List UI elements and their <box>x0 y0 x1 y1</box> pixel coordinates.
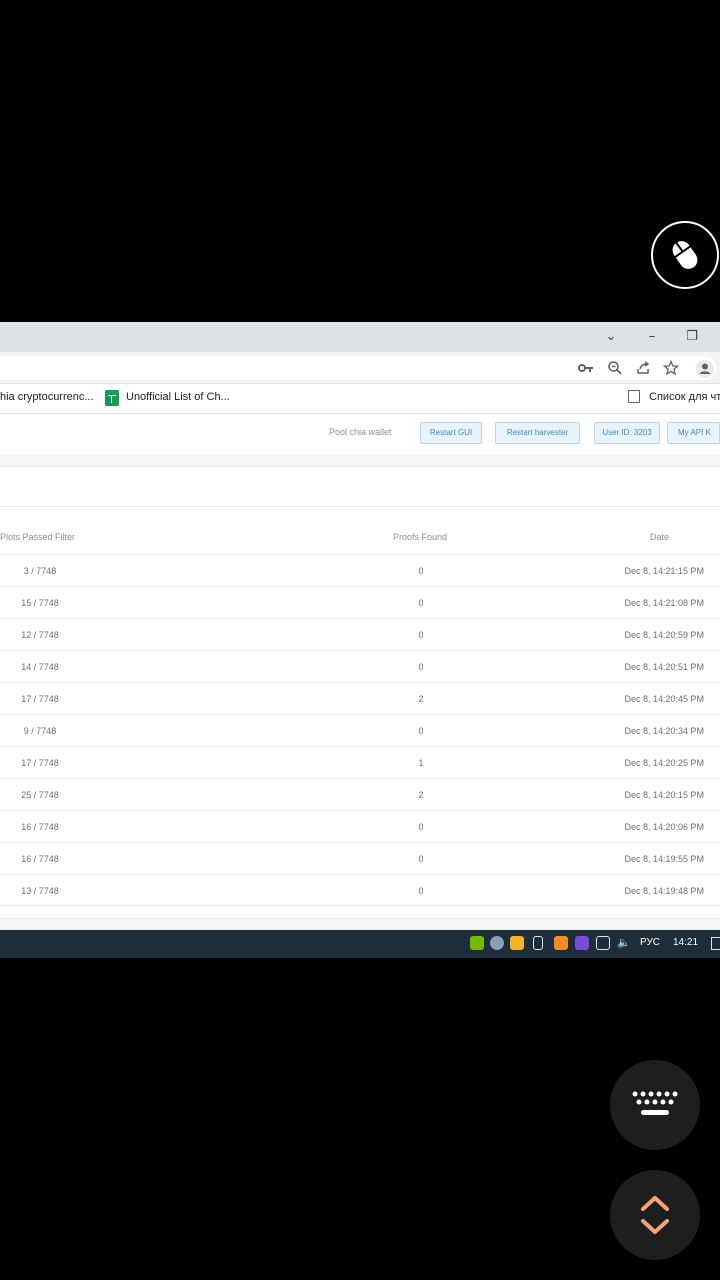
proofs-cell: 1 <box>418 758 424 768</box>
date-cell: Dec 8, 14:20:06 PM <box>624 822 704 832</box>
up-down-chevron-icon <box>641 1196 669 1234</box>
pool-chia-wallet-link[interactable]: Pool chia wallet <box>329 427 392 437</box>
input-language[interactable]: РУС <box>640 937 660 948</box>
folder-icon[interactable] <box>510 936 524 950</box>
plots-cell: 14 / 7748 <box>21 662 59 672</box>
nvidia-icon[interactable] <box>470 936 484 950</box>
plots-cell: 17 / 7748 <box>21 758 59 768</box>
keyboard-button[interactable] <box>610 1060 700 1150</box>
date-cell: Dec 8, 14:20:59 PM <box>624 630 704 640</box>
table-row: 9 / 7748 0 Dec 8, 14:20:34 PM <box>0 714 720 746</box>
restart-harvester-button[interactable]: Restart harvester <box>495 422 580 444</box>
proofs-cell: 2 <box>418 694 424 704</box>
mouse-mode-button[interactable] <box>651 221 719 289</box>
remote-screen[interactable]: ⌄ – ❐ hia cryptocurrenc... Unofficial Li… <box>0 322 720 958</box>
zoom-icon[interactable] <box>607 360 623 376</box>
plots-cell: 17 / 7748 <box>21 694 59 704</box>
restore-button[interactable]: ❐ <box>682 328 702 346</box>
plots-cell: 16 / 7748 <box>21 854 59 864</box>
proofs-cell: 0 <box>418 598 424 608</box>
plots-cell: 12 / 7748 <box>21 630 59 640</box>
card-header <box>0 466 720 507</box>
date-cell: Dec 8, 14:20:45 PM <box>624 694 704 704</box>
plots-cell: 3 / 7748 <box>23 566 57 576</box>
plots-cell: 25 / 7748 <box>21 790 59 800</box>
key-icon[interactable] <box>578 361 594 375</box>
keyboard-icon <box>632 1091 678 1115</box>
bookmark-reading-list[interactable]: Список для чт <box>649 391 720 403</box>
plots-cell: 15 / 7748 <box>21 598 59 608</box>
table-row: 12 / 7748 0 Dec 8, 14:20:59 PM <box>0 618 720 650</box>
mouse-icon <box>670 239 700 271</box>
usb-icon[interactable] <box>533 936 543 950</box>
table-row: 17 / 7748 2 Dec 8, 14:20:45 PM <box>0 682 720 714</box>
network-globe-icon[interactable] <box>490 936 504 950</box>
date-cell: Dec 8, 14:20:25 PM <box>624 758 704 768</box>
app-orange-icon[interactable] <box>554 936 568 950</box>
clock[interactable]: 14:21 <box>673 937 698 948</box>
proofs-cell: 0 <box>418 566 424 576</box>
proofs-cell: 0 <box>418 662 424 672</box>
date-cell: Dec 8, 14:19:48 PM <box>624 886 704 896</box>
column-header-proofs[interactable]: Proofs Found <box>393 532 447 542</box>
proofs-cell: 0 <box>418 822 424 832</box>
date-cell: Dec 8, 14:21:08 PM <box>624 598 704 608</box>
reading-list-icon <box>628 390 640 403</box>
share-icon[interactable] <box>635 360 651 376</box>
table-row: 17 / 7748 1 Dec 8, 14:20:25 PM <box>0 746 720 778</box>
plots-cell: 16 / 7748 <box>21 822 59 832</box>
minimize-button[interactable]: – <box>642 328 662 346</box>
table-row: 16 / 7748 0 Dec 8, 14:19:55 PM <box>0 842 720 874</box>
user-id-button[interactable]: User ID: 3203 <box>594 422 660 444</box>
browser-titlebar: ⌄ – ❐ <box>0 322 720 352</box>
table-row: 16 / 7748 0 Dec 8, 14:20:06 PM <box>0 810 720 842</box>
app-header: Pool chia wallet Restart GUI Restart har… <box>0 414 720 454</box>
column-header-plots[interactable]: Plots Passed Filter <box>0 532 75 542</box>
monitor-icon[interactable] <box>596 936 610 950</box>
table-row: 13 / 7748 0 Dec 8, 14:19:48 PM <box>0 874 720 906</box>
scroll-toggle-button[interactable] <box>610 1170 700 1260</box>
plots-cell: 9 / 7748 <box>23 726 57 736</box>
restart-gui-button[interactable]: Restart GUI <box>420 422 482 444</box>
tab-search-button[interactable]: ⌄ <box>601 328 621 346</box>
table-row: 14 / 7748 0 Dec 8, 14:20:51 PM <box>0 650 720 682</box>
table-row: 15 / 7748 0 Dec 8, 14:21:08 PM <box>0 586 720 618</box>
proofs-table: Plots Passed Filter Proofs Found Date 3 … <box>0 508 720 918</box>
date-cell: Dec 8, 14:19:55 PM <box>624 854 704 864</box>
proofs-cell: 0 <box>418 726 424 736</box>
table-row: 25 / 7748 2 Dec 8, 14:20:15 PM <box>0 778 720 810</box>
proofs-cell: 2 <box>418 790 424 800</box>
bookmark-unofficial-list[interactable]: Unofficial List of Ch... <box>126 391 230 403</box>
content-footer-spacer <box>0 918 720 930</box>
date-cell: Dec 8, 14:20:34 PM <box>624 726 704 736</box>
proofs-cell: 0 <box>418 630 424 640</box>
my-api-key-button[interactable]: My API K <box>667 422 720 444</box>
content-spacer <box>0 454 720 466</box>
proofs-cell: 0 <box>418 854 424 864</box>
bookmark-chia-crypto[interactable]: hia cryptocurrenc... <box>0 391 94 403</box>
app-purple-icon[interactable] <box>575 936 589 950</box>
date-cell: Dec 8, 14:20:15 PM <box>624 790 704 800</box>
proofs-cell: 0 <box>418 886 424 896</box>
profile-icon[interactable] <box>695 359 715 379</box>
address-bar <box>0 352 720 384</box>
column-header-date[interactable]: Date <box>650 532 669 542</box>
sheets-icon <box>105 390 119 406</box>
notification-icon[interactable] <box>711 937 720 950</box>
date-cell: Dec 8, 14:20:51 PM <box>624 662 704 672</box>
star-icon[interactable] <box>663 360 679 376</box>
windows-taskbar: 🔈 РУС 14:21 <box>0 930 720 958</box>
plots-cell: 13 / 7748 <box>21 886 59 896</box>
table-row: 3 / 7748 0 Dec 8, 14:21:15 PM <box>0 554 720 586</box>
date-cell: Dec 8, 14:21:15 PM <box>624 566 704 576</box>
volume-muted-icon[interactable]: 🔈 <box>617 936 631 950</box>
